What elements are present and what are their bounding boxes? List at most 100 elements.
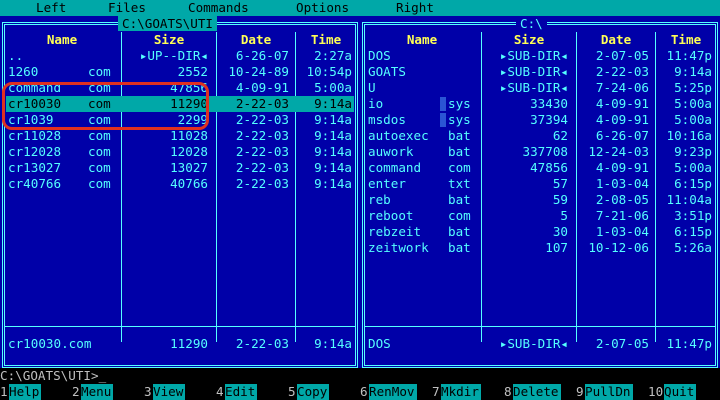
fkey-view[interactable]: 3 View [144, 384, 216, 400]
right-status-name: DOS [368, 336, 391, 351]
left-file-ext: com [88, 144, 111, 159]
function-key-bar: 1 Help 2 Menu 3 View 4 Edit 5 Copy 6 RenMov 7 Mkdir 8 D… [0, 384, 720, 400]
fkey-label: RenMov [369, 384, 417, 400]
right-status-date: 2-07-05 [595, 336, 649, 351]
left-file-ext: com [88, 176, 111, 191]
left-file-ext: com [88, 160, 111, 175]
fkey-menu[interactable]: 2 Menu [72, 384, 144, 400]
right-file-name: reboot [368, 208, 414, 223]
right-file-time: 11:04a [666, 192, 713, 207]
right-file-time: 5:00a [674, 112, 712, 127]
right-file-date: 7-21-06 [595, 208, 649, 223]
left-status-time: 9:14a [314, 336, 352, 351]
right-file-time: 6:15p [674, 176, 712, 191]
fkey-copy[interactable]: 5 Copy [288, 384, 360, 400]
right-file-ext: com [448, 160, 471, 175]
left-header-size[interactable]: Size [122, 32, 216, 48]
left-header-name[interactable]: Name [6, 32, 118, 48]
right-header-name[interactable]: Name [366, 32, 478, 48]
right-file-name: GOATS [368, 64, 406, 79]
left-file-date: 2-22-03 [235, 128, 289, 143]
fkey-number: 2 [72, 384, 80, 399]
left-status-name: cr10030.com [8, 336, 92, 351]
menu-options[interactable]: Options [296, 0, 349, 16]
right-file-name: io [368, 96, 384, 111]
right-file-date: 12-24-03 [588, 144, 649, 159]
highlight-annotation [2, 82, 209, 130]
left-file-time: 9:14a [314, 96, 352, 111]
right-panel[interactable]: C:\ Name Size Date Time DOS ▸SUB-DIR◂ 2-07… [360, 16, 720, 368]
menu-left[interactable]: Left [36, 0, 66, 16]
fkey-label: Menu [81, 384, 114, 400]
fkey-label: Edit [225, 384, 258, 400]
fkey-label: Copy [297, 384, 330, 400]
left-header-date[interactable]: Date [217, 32, 295, 48]
left-file-ext [88, 48, 118, 64]
fkey-quit[interactable]: 10 Quit [648, 384, 720, 400]
right-file-ext: bat [448, 128, 471, 143]
command-line[interactable]: C:\GOATS\UTI>_ [0, 368, 720, 384]
right-header-size[interactable]: Size [482, 32, 576, 48]
left-file-date: 4-09-91 [235, 80, 289, 95]
left-file-time: 10:54p [306, 64, 353, 79]
right-file-size: 107 [545, 240, 568, 255]
right-file-size: 37394 [530, 112, 568, 127]
fkey-edit[interactable]: 4 Edit [216, 384, 288, 400]
right-file-time: 9:23p [674, 144, 712, 159]
fkey-delete[interactable]: 8 Delete [504, 384, 576, 400]
right-status-size: ▸SUB-DIR◂ [499, 336, 568, 351]
fkey-label: Mkdir [441, 384, 481, 400]
left-file-name: cr12028 [8, 144, 62, 159]
left-file-time: 5:00a [314, 80, 352, 95]
fkey-label: PullDn [585, 384, 633, 400]
right-file-date: 6-26-07 [595, 128, 649, 143]
fkey-number: 6 [360, 384, 368, 399]
left-file-date: 2-22-03 [235, 144, 289, 159]
fkey-label: Help [9, 384, 42, 400]
right-file-ext: com [448, 208, 471, 223]
fkey-number: 4 [216, 384, 224, 399]
right-file-date: 7-24-06 [595, 80, 649, 95]
left-file-time: 9:14a [314, 112, 352, 127]
left-panel[interactable]: C:\GOATS\UTI Name Size Date Time .. ▸UP--… [0, 16, 360, 368]
right-header-date[interactable]: Date [577, 32, 655, 48]
fkey-number: 7 [432, 384, 440, 399]
left-header-time[interactable]: Time [296, 32, 356, 48]
right-header-time[interactable]: Time [656, 32, 716, 48]
right-file-time: 9:14a [674, 64, 712, 79]
right-file-time: 11:47p [666, 48, 713, 63]
left-file-name: 1260 [8, 64, 39, 79]
right-file-date: 4-09-91 [595, 112, 649, 127]
menu-files[interactable]: Files [108, 0, 146, 16]
left-file-date: 2-22-03 [235, 96, 289, 111]
right-file-ext [448, 80, 478, 96]
right-file-size: ▸SUB-DIR◂ [499, 64, 568, 79]
right-file-ext: txt [448, 176, 471, 191]
fkey-mkdir[interactable]: 7 Mkdir [432, 384, 504, 400]
fkey-number: 9 [576, 384, 584, 399]
menu-right[interactable]: Right [396, 0, 434, 16]
menu-commands[interactable]: Commands [188, 0, 249, 16]
right-file-size: 47856 [530, 160, 568, 175]
right-file-date: 2-22-03 [595, 64, 649, 79]
right-file-date: 4-09-91 [595, 160, 649, 175]
fkey-renmov[interactable]: 6 RenMov [360, 384, 432, 400]
fkey-help[interactable]: 1 Help [0, 384, 72, 400]
left-file-time: 9:14a [314, 128, 352, 143]
fkey-number: 3 [144, 384, 152, 399]
right-file-ext [448, 64, 478, 80]
fkey-number: 10 [648, 384, 664, 399]
left-file-name: cr11028 [8, 128, 62, 143]
right-file-date: 10-12-06 [588, 240, 649, 255]
right-file-size: ▸SUB-DIR◂ [499, 80, 568, 95]
right-file-name: autoexec [368, 128, 429, 143]
left-file-date: 2-22-03 [235, 160, 289, 175]
right-hidden-file-marker [440, 113, 446, 127]
right-file-name: reb [368, 192, 391, 207]
right-file-time: 5:00a [674, 96, 712, 111]
right-file-time: 6:15p [674, 224, 712, 239]
right-file-size: 62 [552, 128, 568, 143]
fkey-pulldn[interactable]: 9 PullDn [576, 384, 648, 400]
right-file-time: 5:25p [674, 80, 712, 95]
left-file-size: 12028 [170, 144, 208, 159]
